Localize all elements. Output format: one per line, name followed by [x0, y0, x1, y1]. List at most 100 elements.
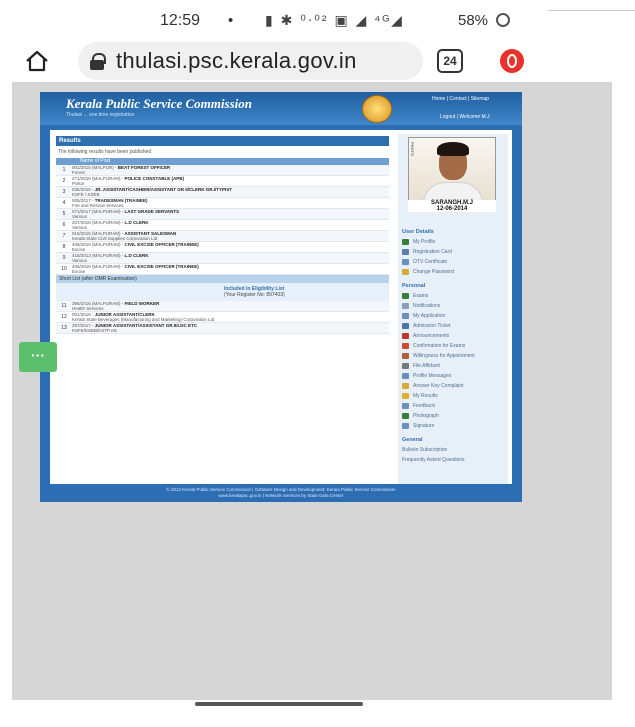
sidebar-item-registration-card[interactable]: Registration Card [402, 249, 452, 255]
divider [548, 10, 635, 11]
top-nav-links[interactable]: Home | Contact | Sitemap [432, 96, 489, 102]
more-icon: ··· [31, 347, 45, 363]
sidebar-item-label: Profile Messages [413, 373, 452, 379]
sidebar-item-label: Bulletin Subscription [402, 447, 448, 453]
tabs-button[interactable]: 24 [437, 49, 463, 73]
status-bar: 12:59 • ▮ ✱ ⁰⋅⁰² ▣ ◢ ⁴ᴳ◢ 58% [0, 0, 635, 44]
site-header: Kerala Public Service Commission Thulasi… [40, 92, 522, 125]
table-row[interactable]: 1 001/2015 (MALPUR) - BEAT FOREST OFFICER… [56, 165, 389, 176]
sidebar-item-label: My Results [413, 393, 438, 399]
sidebar-item-my-results[interactable]: My Results [402, 393, 438, 399]
row-description: 015/2015 (MALPURAM) - ASSISTANT SALESMAN… [72, 231, 177, 241]
sidebar-item-feedback[interactable]: Feedback [402, 403, 435, 409]
sidebar-item-photograph[interactable]: Photograph [402, 413, 439, 419]
opera-menu-icon[interactable] [500, 49, 524, 73]
row-department: Health Services [72, 306, 104, 311]
gesture-nav-bar[interactable] [195, 702, 363, 706]
row-title: CIVIL EXCISE OFFICER (TRAINEE) [124, 242, 199, 247]
row-description: 406/2015 (MALPURAM) - CIVIL EXCISE OFFIC… [72, 264, 199, 274]
sidebar-item-label: Answer Key Complaint [413, 383, 464, 389]
sidebar-item-answer-key-complaint[interactable]: Answer Key Complaint [402, 383, 464, 389]
table-row[interactable]: 11 395/2016 (MALPURAM) - FIELD WORKER Heal… [56, 301, 389, 312]
row-department: Kerala State Beverages (Manufacturing an… [72, 317, 215, 322]
row-number: 12 [61, 314, 67, 320]
sidebar-item-confirmation-for-exams[interactable]: Confirmation for Exams [402, 343, 465, 349]
site-subtitle: Thulasi ... one time registration [66, 112, 135, 118]
row-description: 071/2017 (MALPURAM) - LAST GRADE SERVANT… [72, 209, 180, 219]
lock-icon [90, 53, 106, 70]
floating-menu-button[interactable]: ··· [19, 342, 57, 372]
table-row[interactable]: 10 406/2015 (MALPURAM) - CIVIL EXCISE OFF… [56, 264, 389, 275]
sidebar-item-willingness-for-appointment[interactable]: Willingness for Appointment [402, 353, 475, 359]
site-title[interactable]: Kerala Public Service Commission [66, 96, 252, 112]
row-title: POLICE CONSTABLE (APB) [124, 176, 184, 181]
table-row[interactable]: 13 297/2017 - JUNIOR ASSISTANT/ASSISTANT … [56, 323, 389, 334]
sidebar-item-announcements[interactable]: Announcements [402, 333, 449, 339]
sidebar-item-change-password[interactable]: Change Password [402, 269, 454, 275]
user-details-heading: User Details [402, 229, 434, 235]
photo-date: 12-06-2014 [436, 206, 468, 212]
row-title: LAST GRADE SERVANTS [124, 209, 180, 214]
row-department: Excise [72, 269, 86, 274]
table-row[interactable]: 12 001/2016 - JUNIOR ASSISTANT/CLERK Keral… [56, 312, 389, 323]
sidebar-item-signature[interactable]: Signature [402, 423, 434, 429]
table-row[interactable]: 6 207/2016 (MALPURAM) - L.D CLERK Various [56, 220, 389, 231]
general-heading: General [402, 437, 423, 443]
sidebar-item-icon [402, 403, 409, 409]
sidebar-item-icon [402, 383, 409, 389]
battery-icon [496, 13, 511, 27]
emblem-logo [362, 95, 392, 123]
sidebar-item-label: Notifications [413, 303, 441, 309]
table-row[interactable]: 3 035/2016 - JR. ASSISTANT/CASHIER/ASSIST… [56, 187, 389, 198]
home-icon[interactable] [24, 48, 50, 74]
sidebar-item-icon [402, 249, 409, 255]
battery-indicator: 58% [458, 12, 511, 29]
sidebar-item-admission-ticket[interactable]: Admission Ticket [402, 323, 451, 329]
sidebar-item-bulletin-subscription[interactable]: Bulletin Subscription [402, 447, 447, 453]
sidebar-item-label: File Affidavit [413, 363, 440, 369]
logout-link[interactable]: Logout | Welcome M.J [440, 114, 490, 120]
table-row[interactable]: 4 005/2017 - TRADESMAN (TRAINEE) Fire and … [56, 198, 389, 209]
battery-percent: 58% [458, 12, 489, 29]
row-department: Kerala State Civil Supplies Corporation … [72, 236, 158, 241]
table-row[interactable]: 5 071/2017 (MALPURAM) - LAST GRADE SERVAN… [56, 209, 389, 220]
table-row[interactable]: 2 471/2015 (MALPURAM) - POLICE CONSTABLE … [56, 176, 389, 187]
row-department: Various [72, 225, 87, 230]
page-viewport: Kerala Public Service Commission Thulasi… [12, 82, 612, 700]
sidebar-item-icon [402, 343, 409, 349]
row-title: CIVIL EXCISE OFFICER (TRAINEE) [124, 264, 199, 269]
sidebar-item-profile-messages[interactable]: Profile Messages [402, 373, 451, 379]
sidebar-item-label: Signature [413, 423, 435, 429]
sidebar-item-label: My Profile [413, 239, 436, 245]
sidebar: PHOTO SARANGH.M.J 12-06-2014 User Detail… [398, 134, 508, 490]
row-title: L.D CLERK [124, 253, 149, 258]
url-text[interactable]: thulasi.psc.kerala.gov.in [116, 48, 357, 74]
phone-screen: 12:59 • ▮ ✱ ⁰⋅⁰² ▣ ◢ ⁴ᴳ◢ 58% thulasi.psc… [0, 0, 635, 727]
sidebar-item-otv-certificate[interactable]: OTV Certificate [402, 259, 447, 265]
row-number: 4 [62, 200, 66, 206]
address-bar[interactable]: thulasi.psc.kerala.gov.in [78, 42, 423, 80]
sidebar-item-label: Feedback [413, 403, 435, 409]
row-description: 416/2013 (MALPURAM) - L.D CLERK Various [72, 253, 149, 263]
sidebar-item-my-profile[interactable]: My Profile [402, 239, 435, 245]
row-description: 035/2016 - JR. ASSISTANT/CASHIER/ASSISTA… [72, 187, 232, 197]
table-row[interactable]: 8 406/2015 (MALPURAM) - CIVIL EXCISE OFFI… [56, 242, 389, 253]
sidebar-item-exams[interactable]: Exams [402, 293, 428, 299]
footer-line-2[interactable]: www.keralapsc.gov.in | Network Services … [40, 493, 522, 499]
sidebar-item-notifications[interactable]: Notifications [402, 303, 440, 309]
sidebar-item-icon [402, 413, 409, 419]
sidebar-item-file-affidavit[interactable]: File Affidavit [402, 363, 440, 369]
table-row[interactable]: 7 015/2015 (MALPURAM) - ASSISTANT SALESMA… [56, 231, 389, 242]
sidebar-item-label: My Application [413, 313, 446, 319]
sidebar-item-my-application[interactable]: My Application [402, 313, 445, 319]
personal-heading: Personal [402, 283, 426, 289]
sidebar-item-label: Photograph [413, 413, 439, 419]
row-number: 5 [62, 211, 66, 217]
row-number: 1 [62, 167, 66, 173]
sidebar-item-frequently-asked-questions[interactable]: Frequently Asked Questions [402, 457, 465, 463]
table-row[interactable]: 9 416/2013 (MALPURAM) - L.D CLERK Various [56, 253, 389, 264]
shortlist-heading: Short List (after OMR Examination) [56, 275, 389, 283]
results-note: The following results have been publishe… [58, 149, 152, 155]
sidebar-item-label: Exams [413, 293, 429, 299]
sidebar-item-icon [402, 353, 409, 359]
